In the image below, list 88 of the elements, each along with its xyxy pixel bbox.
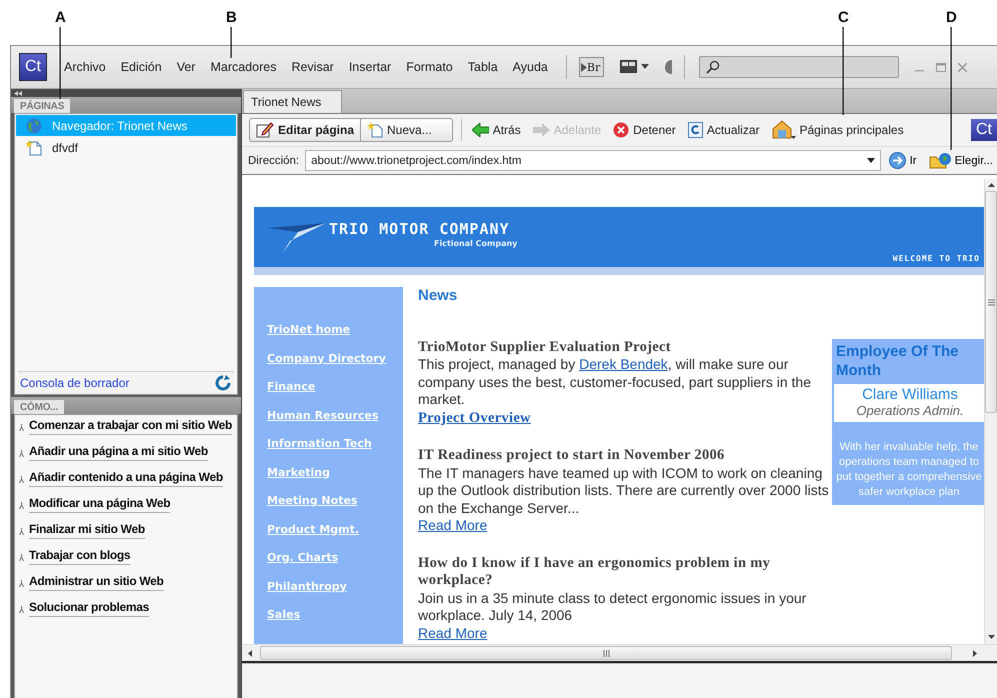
menu-item[interactable]: Marcadores	[203, 60, 284, 74]
new-page-icon	[26, 140, 42, 156]
figure-icon	[19, 424, 24, 431]
address-label: Dirección:	[248, 154, 300, 166]
article-title: How do I know if I have an ergonomics problem in my workplace?	[418, 554, 772, 590]
search-field[interactable]	[699, 56, 900, 78]
site-title: TRIO MOTOR COMPANY	[329, 220, 510, 238]
article-text: Join us in a 35 minute class to detect ergonomic issues in your workplace. July 14, 2006	[418, 590, 808, 624]
person-link[interactable]: Derek Bendek	[579, 356, 668, 372]
welcome-text: WELCOME TO TRIO	[892, 254, 980, 263]
page-item[interactable]: dfvdf	[16, 137, 236, 158]
menu-item[interactable]: Archivo	[57, 60, 113, 74]
play-icon	[580, 62, 587, 72]
news-heading: News	[418, 287, 458, 304]
toolbar-button[interactable]: Actualizar	[682, 122, 766, 138]
grip-icon	[988, 298, 994, 306]
site-subtitle: Fictional Company	[434, 239, 518, 248]
figure-icon	[19, 580, 24, 587]
app-logo[interactable]: Ct	[971, 119, 997, 141]
figure-icon	[19, 528, 24, 535]
bridge-button[interactable]: Br	[578, 57, 604, 77]
menu-item[interactable]: Ayuda	[506, 60, 555, 74]
grip-icon	[602, 650, 610, 656]
document-tab[interactable]: Trionet News	[243, 90, 342, 113]
left-arrow-icon[interactable]	[248, 650, 252, 656]
figure-icon	[19, 554, 24, 561]
vertical-scrollbar[interactable]	[984, 179, 997, 644]
article-title: IT Readiness project to start in November 2006	[418, 447, 726, 464]
toolbar-button[interactable]: Detener	[607, 122, 682, 138]
article-text: The IT managers have teamed up with ICOM to work on cleaning up the Outlook distribution lists. There are currently over 2000 lists on the Exchange Server...	[418, 464, 830, 517]
new-button[interactable]: Nueva...	[360, 119, 452, 141]
howto-link[interactable]: Modificar una página Web	[29, 496, 170, 513]
employee-text: With her invaluable help, the operations team managed to put together a comprehensive safer workplace plan	[835, 440, 983, 500]
menu-item[interactable]: Tabla	[460, 60, 505, 74]
globe-icon	[26, 118, 42, 134]
stop-icon	[613, 122, 630, 138]
folder-globe-icon	[928, 152, 951, 169]
layout-icon[interactable]	[620, 60, 650, 74]
howto-link[interactable]: Añadir contenido a una página Web	[29, 470, 223, 487]
refresh-icon	[688, 122, 703, 138]
choose-button[interactable]: Elegir...	[924, 152, 997, 169]
right-arrow-icon	[532, 123, 550, 137]
employee-heading: Employee Of The Month	[835, 342, 960, 381]
howto-link[interactable]: Solucionar problemas	[29, 600, 150, 617]
figure-icon	[19, 450, 24, 457]
down-arrow-icon[interactable]	[988, 635, 994, 639]
howto-link[interactable]: Finalizar mi sitio Web	[29, 522, 145, 539]
menu-item[interactable]: Revisar	[284, 60, 341, 74]
howto-link[interactable]: Comenzar a trabajar con mi sitio Web	[29, 418, 232, 435]
menu-item[interactable]: Edición	[114, 60, 169, 74]
article-title: TrioMotor Supplier Evaluation Project	[418, 338, 672, 356]
howto-link[interactable]: Administrar un sitio Web	[29, 574, 164, 591]
callout-letter: D	[946, 9, 957, 26]
article-link[interactable]: Project Overview	[418, 410, 531, 426]
howto-link[interactable]: Trabajar con blogs	[29, 548, 130, 565]
house-icon	[772, 120, 796, 140]
figure-icon	[19, 476, 24, 483]
horizontal-scrollbar[interactable]	[242, 644, 997, 663]
search-icon	[706, 60, 720, 74]
right-arrow-icon[interactable]	[973, 650, 977, 656]
refresh-icon[interactable]	[215, 375, 231, 391]
callout-letter: A	[55, 9, 66, 26]
leader-line	[230, 27, 232, 58]
figure-icon	[19, 502, 24, 509]
edit-page-button[interactable]: Editar página	[250, 119, 360, 141]
callout-letter: C	[838, 9, 849, 26]
dropdown-arrow-icon[interactable]	[866, 158, 875, 163]
employee-role: Operations Admin.	[855, 403, 965, 418]
toolbar-button[interactable]: Páginas principales	[766, 120, 910, 140]
toolbar-button[interactable]: Atrás	[466, 123, 527, 137]
go-button[interactable]: Ir	[884, 152, 921, 169]
left-arrow-icon	[472, 123, 489, 137]
article-link[interactable]: Read More	[418, 624, 488, 640]
leader-line	[59, 27, 61, 99]
callout-letter: B	[226, 9, 237, 26]
figure-icon	[19, 606, 24, 613]
howto-link[interactable]: Añadir una página a mi sitio Web	[29, 444, 208, 461]
up-arrow-icon[interactable]	[988, 183, 994, 187]
menu-item[interactable]: Insertar	[342, 60, 398, 74]
menu-item[interactable]: Formato	[399, 60, 460, 74]
app-logo[interactable]: Ct	[19, 53, 47, 81]
new-page-icon	[367, 122, 384, 138]
employee-name: Clare Williams	[861, 386, 959, 403]
article-link[interactable]: Read More	[418, 517, 488, 533]
address-field[interactable]: about://www.trionetproject.com/index.htm	[305, 150, 881, 171]
menu-item[interactable]: Ver	[170, 60, 202, 74]
article-text: This project, managed by Derek Bendek, will make sure our company uses the best, customer-focused, part suppliers in the market.	[418, 356, 812, 408]
pencil-icon	[256, 122, 274, 138]
